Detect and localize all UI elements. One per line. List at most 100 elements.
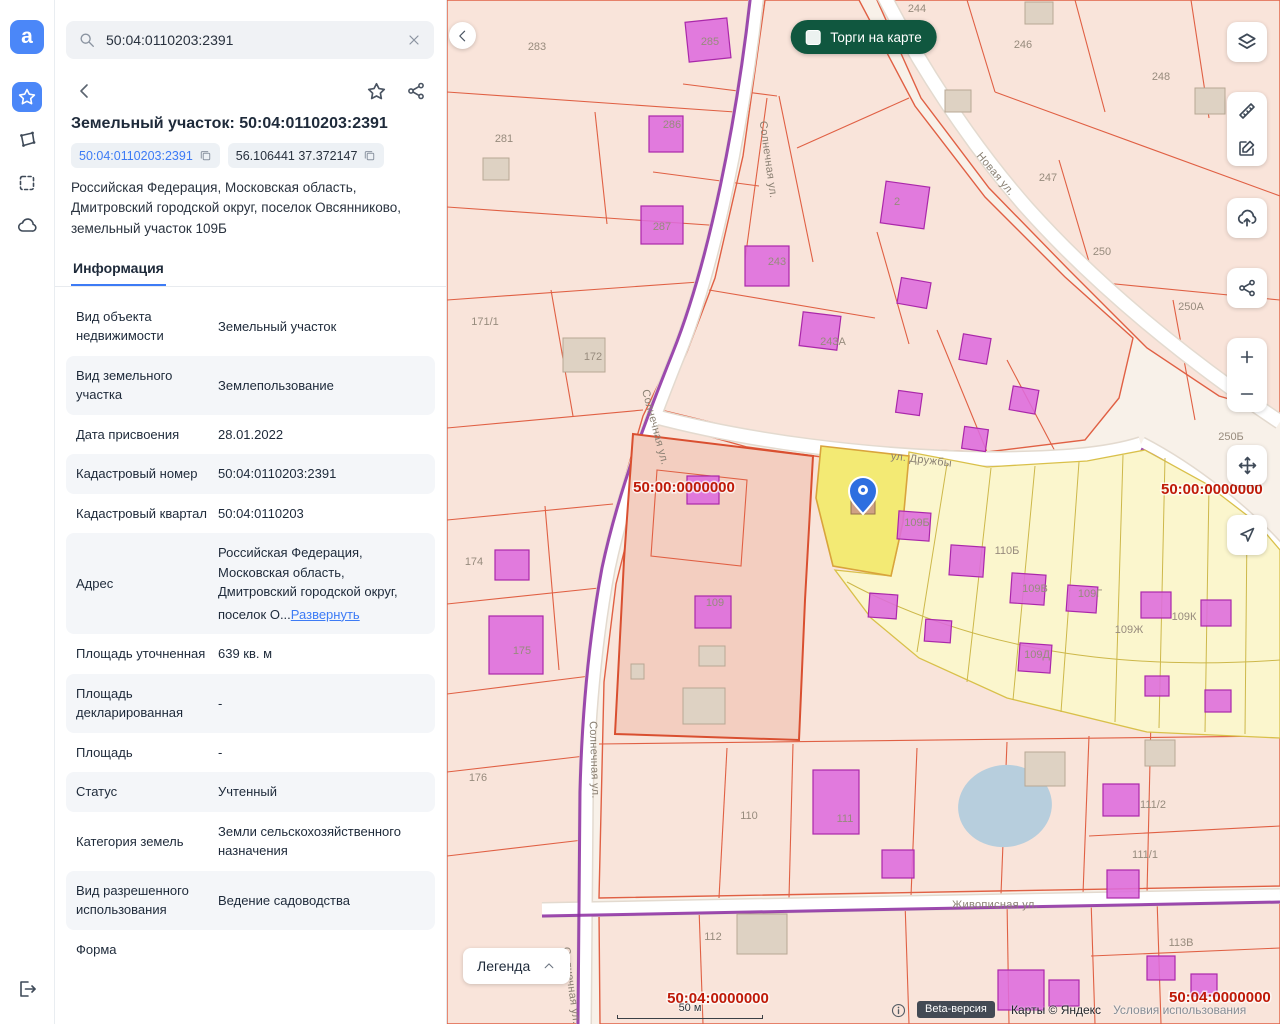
map-area[interactable]: 283 281 171/1 172 174 175 176 285 286 28… bbox=[447, 0, 1280, 1024]
terms-link[interactable]: Условия использования bbox=[1113, 1003, 1246, 1017]
coordinates-text: 56.106441 37.372147 bbox=[236, 149, 358, 163]
table-row: Статус Учтенный bbox=[66, 772, 435, 812]
clear-search-icon[interactable] bbox=[406, 32, 422, 48]
layers-button[interactable] bbox=[1227, 22, 1267, 62]
svg-text:248: 248 bbox=[1152, 71, 1170, 83]
yandex-attribution[interactable]: Карты © Яндекс bbox=[1011, 1003, 1101, 1017]
dashed-select-icon bbox=[17, 173, 37, 193]
left-rail: a bbox=[0, 0, 55, 1024]
row-label: Вид объекта недвижимости bbox=[76, 307, 208, 346]
copy-icon[interactable] bbox=[199, 149, 212, 162]
object-panel: Земельный участок: 50:04:0110203:2391 50… bbox=[55, 0, 447, 1024]
row-value: 639 кв. м bbox=[218, 644, 425, 664]
svg-text:172: 172 bbox=[584, 351, 602, 363]
rail-item-favorites[interactable] bbox=[12, 82, 42, 112]
ruler-icon bbox=[1237, 101, 1257, 121]
row-value: 28.01.2022 bbox=[218, 425, 425, 445]
row-label: Статус bbox=[76, 782, 208, 802]
cadastral-number-chip[interactable]: 50:04:0110203:2391 bbox=[71, 143, 220, 168]
auction-toggle-checkbox[interactable] bbox=[805, 30, 820, 45]
copy-icon[interactable] bbox=[363, 149, 376, 162]
table-row: Кадастровый квартал50:04:0110203 bbox=[66, 494, 435, 534]
chips-row: 50:04:0110203:2391 56.106441 37.372147 bbox=[55, 143, 446, 178]
table-row: Форма bbox=[66, 930, 435, 970]
locate-button[interactable] bbox=[1227, 515, 1267, 555]
share-button[interactable] bbox=[402, 77, 430, 105]
row-value: Ведение садоводства bbox=[218, 891, 425, 911]
panel-header bbox=[55, 67, 446, 109]
beta-badge: Beta-версия bbox=[917, 1001, 995, 1018]
row-label: Площадь bbox=[76, 743, 208, 763]
map-canvas[interactable]: 283 281 171/1 172 174 175 176 285 286 28… bbox=[447, 0, 1280, 1024]
rail-item-draw-area[interactable] bbox=[12, 125, 42, 155]
svg-text:244: 244 bbox=[908, 3, 926, 15]
object-address: Российская Федерация, Московская область… bbox=[55, 178, 446, 251]
table-row: Вид земельного участка Землепользование bbox=[66, 356, 435, 415]
rail-item-cloud[interactable] bbox=[12, 211, 42, 241]
upload-button[interactable] bbox=[1227, 198, 1267, 238]
back-button[interactable] bbox=[71, 77, 99, 105]
table-row: Вид объекта недвижимостиЗемельный участо… bbox=[66, 297, 435, 356]
zoom-group bbox=[1227, 338, 1267, 412]
svg-text:109: 109 bbox=[706, 597, 724, 609]
search-area bbox=[55, 0, 446, 67]
move-icon bbox=[1237, 455, 1258, 476]
row-label: Вид земельного участка bbox=[76, 366, 208, 405]
favorite-button[interactable] bbox=[362, 77, 390, 105]
svg-text:109Д: 109Д bbox=[1024, 649, 1050, 661]
svg-text:174: 174 bbox=[465, 556, 483, 568]
row-value: 50:04:0110203:2391 bbox=[218, 464, 425, 484]
svg-text:109Г: 109Г bbox=[1078, 588, 1102, 600]
rail-item-select-region[interactable] bbox=[12, 168, 42, 198]
zoom-out-button[interactable] bbox=[1227, 375, 1267, 412]
collapse-panel-button[interactable] bbox=[449, 22, 476, 49]
info-icon[interactable] bbox=[891, 1003, 906, 1018]
svg-text:110: 110 bbox=[740, 810, 758, 822]
map-share-button[interactable] bbox=[1227, 268, 1267, 308]
expand-address-link[interactable]: Развернуть bbox=[291, 605, 360, 625]
table-row: Вид разрешенного использования Ведение са… bbox=[66, 871, 435, 930]
row-value: Учтенный bbox=[218, 782, 425, 802]
row-label: Категория земель bbox=[76, 832, 208, 852]
row-value: - bbox=[218, 694, 425, 714]
tab-information[interactable]: Информация bbox=[71, 251, 166, 286]
legend-button[interactable]: Легенда bbox=[463, 948, 570, 984]
svg-text:2: 2 bbox=[894, 196, 900, 208]
app-logo[interactable]: a bbox=[10, 20, 44, 54]
row-value: Российская Федерация, Московская область… bbox=[218, 543, 425, 624]
rail-item-logout[interactable] bbox=[12, 974, 42, 1004]
svg-text:283: 283 bbox=[528, 41, 546, 53]
map-attribution: Карты © Яндекс Условия использования bbox=[1011, 1003, 1246, 1017]
row-value: - bbox=[218, 743, 425, 763]
row-label: Кадастровый номер bbox=[76, 464, 208, 484]
legend-label: Легенда bbox=[477, 958, 530, 974]
table-row: Площадь декларированная- bbox=[66, 674, 435, 733]
svg-text:250: 250 bbox=[1093, 246, 1111, 258]
auction-toggle[interactable]: Торги на карте bbox=[790, 20, 937, 54]
svg-text:250Б: 250Б bbox=[1218, 431, 1244, 443]
cadastral-number-text: 50:04:0110203:2391 bbox=[79, 149, 193, 163]
svg-text:171/1: 171/1 bbox=[471, 316, 499, 328]
svg-text:281: 281 bbox=[495, 133, 513, 145]
search-bar[interactable] bbox=[66, 21, 434, 59]
search-input[interactable] bbox=[106, 32, 396, 48]
zoom-in-button[interactable] bbox=[1227, 338, 1267, 375]
svg-text:109К: 109К bbox=[1172, 611, 1197, 623]
row-value: Землепользование bbox=[218, 376, 425, 396]
row-label: Вид разрешенного использования bbox=[76, 881, 208, 920]
pan-button[interactable] bbox=[1227, 445, 1267, 485]
svg-text:111: 111 bbox=[837, 813, 854, 825]
svg-text:246: 246 bbox=[1014, 39, 1032, 51]
plus-icon bbox=[1238, 348, 1256, 366]
table-row: АдресРоссийская Федерация, Московская об… bbox=[66, 533, 435, 634]
svg-text:Живописная ул.: Живописная ул. bbox=[952, 899, 1038, 911]
ruler-button[interactable] bbox=[1227, 92, 1267, 129]
star-outline-icon bbox=[366, 81, 387, 102]
coordinates-chip[interactable]: 56.106441 37.372147 bbox=[228, 143, 385, 168]
table-row: Кадастровый номер 50:04:0110203:2391 bbox=[66, 454, 435, 494]
svg-text:247: 247 bbox=[1039, 172, 1057, 184]
svg-text:112: 112 bbox=[704, 931, 722, 943]
draw-button[interactable] bbox=[1227, 129, 1267, 166]
row-value: Земли сельскохозяйственного назначения bbox=[218, 822, 425, 861]
svg-text:50:00:0000000: 50:00:0000000 bbox=[633, 479, 735, 496]
